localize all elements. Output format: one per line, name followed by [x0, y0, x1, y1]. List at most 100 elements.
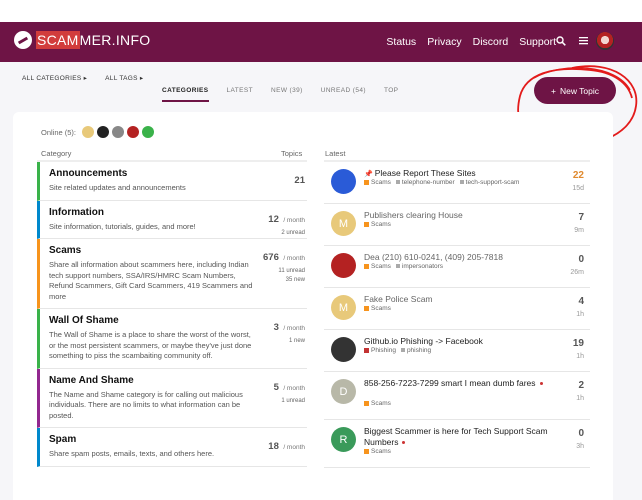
topic-title-text: 858-256-7223-7299 smart I mean dumb fare… — [364, 378, 536, 388]
unread-dot — [539, 382, 543, 386]
reply-count: 0 — [578, 428, 584, 439]
logo-text: SCAMMER.INFO — [36, 31, 151, 49]
nav-tabs: CATEGORIES LATEST NEW (39) UNREAD (54) T… — [162, 87, 398, 102]
topic-tag[interactable]: telephone-number — [395, 179, 455, 186]
topic-age[interactable]: 15d — [572, 185, 584, 192]
topic-title[interactable]: Fake Police Scam — [364, 294, 549, 305]
site-logo[interactable]: SCAMMER.INFO — [14, 31, 151, 49]
category-name[interactable]: Announcements — [49, 168, 259, 179]
topic-category-badge[interactable]: Scams — [364, 400, 391, 407]
new-topic-button[interactable]: + New Topic — [534, 77, 616, 104]
per-month-label: / month — [283, 325, 305, 332]
topic-count: 18 — [268, 441, 279, 452]
topic-title[interactable]: Github.io Phishing -> Facebook — [364, 336, 549, 347]
topic-title[interactable]: Dea (210) 610-0241, (409) 205-7818 — [364, 252, 549, 263]
topic-category-badge[interactable]: Scams — [364, 305, 391, 312]
nav-privacy[interactable]: Privacy — [427, 36, 461, 48]
nav-status[interactable]: Status — [386, 36, 416, 48]
category-name[interactable]: Name And Shame — [49, 375, 259, 386]
topic-age[interactable]: 26m — [570, 269, 584, 276]
category-row[interactable]: Wall Of Shame The Wall of Shame is a plac… — [37, 309, 307, 369]
topic-row[interactable]: R Biggest Scammer is here for Tech Suppor… — [324, 420, 590, 468]
topic-author-avatar[interactable]: D — [331, 379, 356, 404]
topic-age[interactable]: 1h — [576, 311, 584, 318]
category-name[interactable]: Wall Of Shame — [49, 315, 259, 326]
topic-row[interactable]: 📌 Please Report These Sites Scams telephone… — [324, 162, 590, 204]
unread-count[interactable]: 1 new — [274, 338, 305, 344]
new-topic-label: New Topic — [559, 85, 600, 96]
topic-author-avatar[interactable] — [331, 169, 356, 194]
topic-count: 21 — [294, 175, 305, 186]
topic-author-avatar[interactable]: M — [331, 295, 356, 320]
all-tags-dropdown[interactable]: ALL TAGS ▸ — [105, 74, 143, 82]
topic-age[interactable]: 1h — [576, 353, 584, 360]
all-categories-dropdown[interactable]: ALL CATEGORIES ▸ — [22, 74, 87, 82]
tab-top[interactable]: TOP — [384, 87, 398, 102]
category-description: Site information, tutorials, guides, and… — [49, 221, 196, 231]
category-row[interactable]: Announcements Site related updates and an… — [37, 162, 307, 201]
topic-row[interactable]: M Fake Police Scam Scams 4 1h — [324, 288, 590, 330]
topic-meta: Scams — [364, 221, 391, 228]
category-stats: 21 — [294, 170, 305, 191]
topic-row[interactable]: Github.io Phishing -> Facebook Phishing ph… — [324, 330, 590, 372]
category-name[interactable]: Information — [49, 207, 259, 218]
latest-topic-list: 📌 Please Report These Sites Scams telephone… — [324, 160, 590, 468]
tab-unread[interactable]: UNREAD (54) — [321, 87, 366, 102]
online-avatar[interactable] — [127, 126, 140, 138]
topic-category-badge[interactable]: Scams — [364, 263, 391, 270]
topic-author-avatar[interactable]: R — [331, 427, 356, 452]
category-row[interactable]: Scams Share all information about scammer… — [37, 239, 307, 309]
per-month-label: / month — [283, 444, 305, 451]
tab-new[interactable]: NEW (39) — [271, 87, 303, 102]
category-stats: 12 / month 2 unread — [268, 209, 305, 239]
topic-title[interactable]: Publishers clearing House — [364, 210, 549, 221]
per-month-label: / month — [283, 216, 305, 224]
topic-author-avatar[interactable] — [331, 253, 356, 278]
category-row[interactable]: Information Site information, tutorials, … — [37, 200, 307, 239]
topic-row[interactable]: Dea (210) 610-0241, (409) 205-7818 Scams i… — [324, 246, 590, 288]
online-avatar[interactable] — [142, 126, 155, 138]
topic-age[interactable]: 9m — [574, 227, 584, 234]
tab-latest[interactable]: LATEST — [227, 87, 253, 102]
unread-count[interactable]: 2 unread — [268, 230, 305, 236]
topic-author-avatar[interactable] — [331, 337, 356, 362]
online-users: Online (5): — [41, 126, 155, 138]
nav-discord[interactable]: Discord — [473, 36, 509, 48]
topic-category-badge[interactable]: Scams — [364, 179, 391, 186]
reply-count: 4 — [578, 296, 584, 307]
topic-meta: Scams — [364, 305, 391, 312]
unread-count[interactable]: 11 unread — [263, 268, 305, 274]
online-avatar[interactable] — [82, 126, 95, 138]
category-name[interactable]: Spam — [49, 434, 259, 445]
unread-dot — [402, 441, 406, 445]
topic-tag[interactable]: tech-support-scam — [459, 179, 519, 186]
topic-row[interactable]: M Publishers clearing House Scams 7 9m — [324, 204, 590, 246]
topic-title[interactable]: 858-256-7223-7299 smart I mean dumb fare… — [364, 378, 549, 389]
category-stats: 676 / month 11 unread 35 new — [263, 247, 305, 283]
category-row[interactable]: Name And Shame The Name and Shame categor… — [37, 368, 307, 428]
user-avatar[interactable] — [596, 32, 614, 50]
category-description: The Wall of Shame is a place to share th… — [49, 330, 252, 360]
topic-category-badge[interactable]: Phishing — [364, 347, 396, 354]
topic-author-avatar[interactable]: M — [331, 211, 356, 236]
topic-category-badge[interactable]: Scams — [364, 221, 391, 228]
search-icon[interactable] — [556, 36, 566, 49]
online-avatar[interactable] — [97, 126, 110, 138]
unread-count[interactable]: 1 unread — [274, 398, 305, 404]
topic-title[interactable]: Biggest Scammer is here for Tech Support… — [364, 426, 549, 448]
topic-tag[interactable]: impersonators — [395, 263, 443, 270]
category-name[interactable]: Scams — [49, 245, 259, 256]
nav-support[interactable]: Support — [519, 36, 556, 48]
new-count[interactable]: 35 new — [263, 277, 305, 283]
online-avatar[interactable] — [112, 126, 125, 138]
category-stats: 5 / month 1 unread — [274, 377, 305, 407]
hamburger-icon[interactable] — [579, 36, 588, 48]
tab-categories[interactable]: CATEGORIES — [162, 87, 209, 102]
topic-age[interactable]: 1h — [576, 395, 584, 402]
topic-category-badge[interactable]: Scams — [364, 448, 391, 455]
topic-row[interactable]: D 858-256-7223-7299 smart I mean dumb far… — [324, 372, 590, 420]
topic-tag[interactable]: phishing — [400, 347, 431, 354]
category-row[interactable]: Spam Share spam posts, emails, texts, and… — [37, 428, 307, 467]
category-list: Announcements Site related updates and an… — [37, 160, 307, 467]
topic-age[interactable]: 3h — [576, 443, 584, 450]
